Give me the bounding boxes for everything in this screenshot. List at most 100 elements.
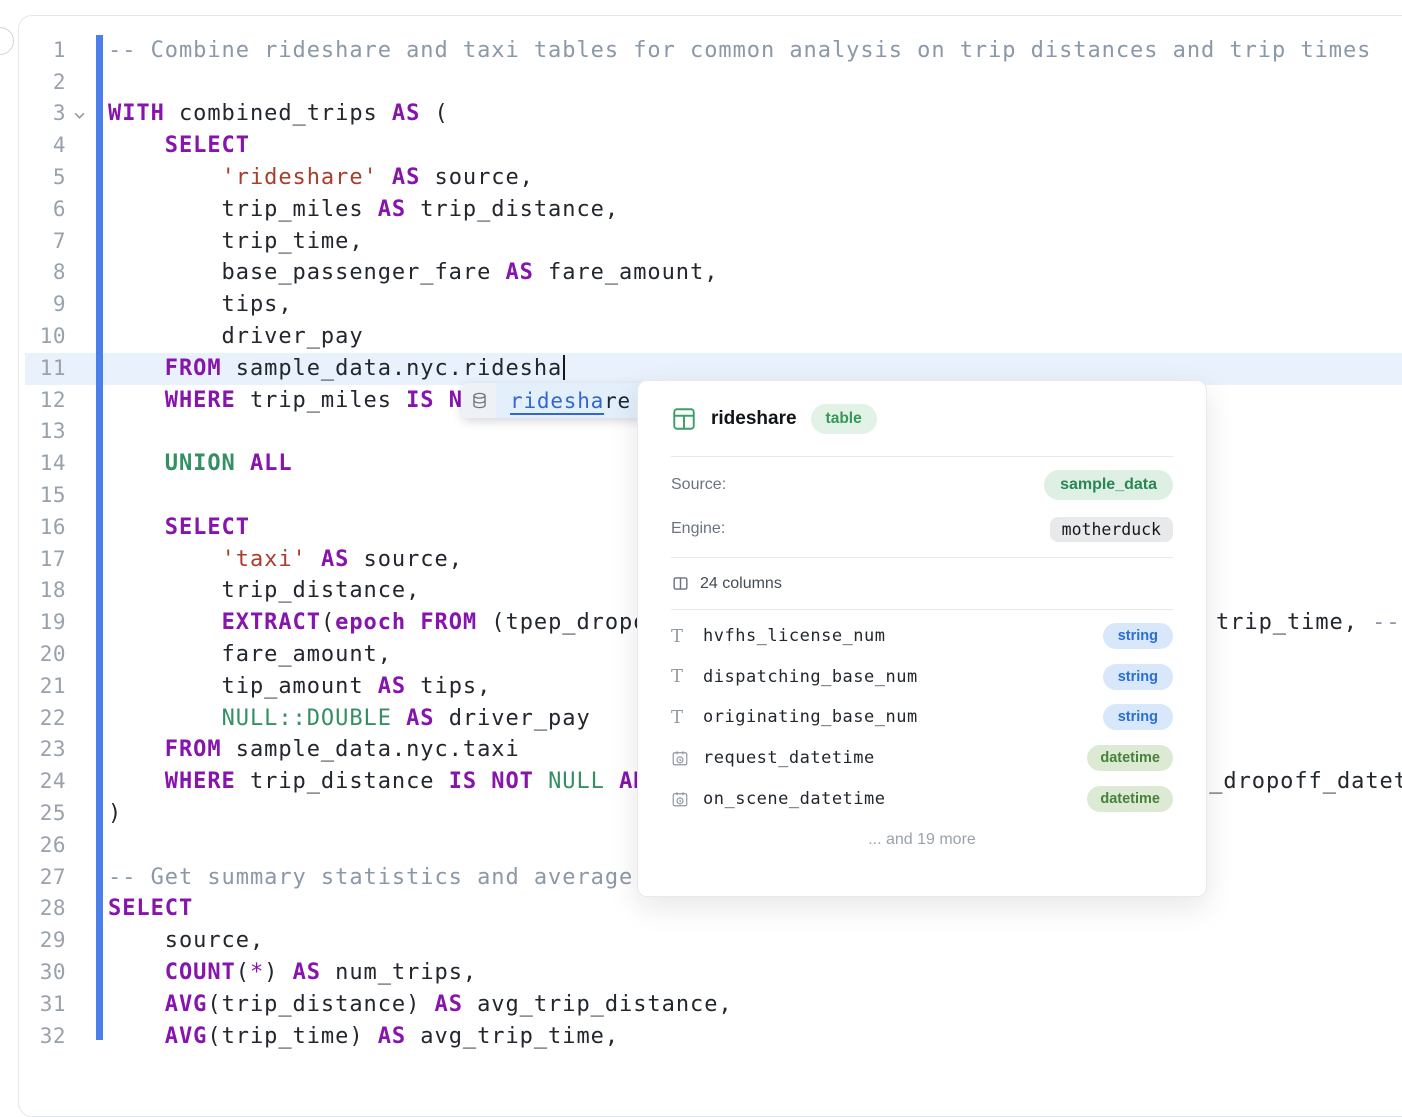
meta-value-badge: sample_data	[1044, 470, 1173, 500]
line-number: 17	[19, 544, 66, 576]
clipped-side-button	[0, 27, 14, 55]
code-text: tip_amount AS tips,	[108, 671, 491, 703]
line-number: 3	[19, 98, 66, 130]
line-number: 11	[19, 353, 66, 385]
code-text: trip_distance,	[108, 575, 420, 607]
code-line-31[interactable]: 31 AVG(trip_distance) AS avg_trip_distan…	[19, 989, 1402, 1021]
column-name: originating_base_num	[703, 707, 1103, 727]
line-number: 32	[19, 1021, 66, 1053]
autocomplete-item-rideshare[interactable]: rideshare	[496, 383, 645, 418]
chevron-down-icon[interactable]	[73, 107, 89, 125]
line-number: 22	[19, 703, 66, 735]
line-number: 30	[19, 957, 66, 989]
text-type-icon: T	[671, 707, 703, 728]
code-line-2[interactable]: 2	[19, 67, 1402, 99]
line-number: 6	[19, 194, 66, 226]
code-text: AVG(trip_time) AS avg_trip_time,	[108, 1021, 619, 1053]
code-line-28[interactable]: 28 SELECT	[19, 893, 1402, 925]
line-number: 26	[19, 830, 66, 862]
column-row: on_scene_datetimedatetime	[671, 778, 1173, 819]
code-text: -- Get summary statistics and average f	[108, 862, 662, 894]
code-text: 'taxi' AS source,	[108, 544, 463, 576]
code-text: source,	[108, 925, 264, 957]
code-text: FROM sample_data.nyc.ridesha	[108, 353, 565, 385]
code-text: SELECT	[108, 130, 250, 162]
table-name: rideshare	[711, 408, 797, 430]
autocomplete-match-text: ridesha	[510, 389, 604, 413]
code-line-29[interactable]: 29 source,	[19, 925, 1402, 957]
code-text: WHERE trip_miles IS N	[108, 385, 463, 417]
table-meta-row: Source: sample_data	[671, 463, 1173, 507]
code-text: driver_pay	[108, 321, 364, 353]
code-text: WHERE trip_distance IS NOT NULL AND	[108, 766, 662, 798]
code-line-3[interactable]: 3 WITH combined_trips AS (	[19, 98, 1402, 130]
code-text: COUNT(*) AS num_trips,	[108, 957, 477, 989]
column-type-badge: datetime	[1087, 786, 1173, 812]
code-text: tips,	[108, 289, 293, 321]
line-number: 27	[19, 862, 66, 894]
table-icon	[671, 406, 697, 432]
code-text: trip_miles AS trip_distance,	[108, 194, 619, 226]
line-number: 25	[19, 798, 66, 830]
column-name: dispatching_base_num	[703, 667, 1103, 687]
code-text-fragment: p_dropoff_datet	[1195, 766, 1402, 798]
code-text-fragment: trip_time, --	[1216, 607, 1401, 639]
datetime-type-icon	[671, 749, 703, 767]
text-type-icon: T	[671, 626, 703, 647]
line-number: 2	[19, 67, 66, 99]
line-number: 28	[19, 893, 66, 925]
column-type-badge: string	[1103, 664, 1173, 690]
code-line-8[interactable]: 8 base_passenger_fare AS fare_amount,	[19, 257, 1402, 289]
line-number: 10	[19, 321, 66, 353]
line-number: 9	[19, 289, 66, 321]
table-meta-section: Source:sample_dataEngine:motherduck	[671, 457, 1173, 558]
line-number: 5	[19, 162, 66, 194]
code-line-4[interactable]: 4 SELECT	[19, 130, 1402, 162]
column-name: hvfhs_license_num	[703, 626, 1103, 646]
columns-list: Thvfhs_license_numstringTdispatching_bas…	[671, 610, 1173, 819]
code-text: -- Combine rideshare and taxi tables for…	[108, 35, 1371, 67]
meta-label: Engine:	[671, 520, 725, 538]
table-popup-header: rideshare table	[671, 381, 1173, 457]
columns-icon	[671, 574, 690, 593]
line-number: 24	[19, 766, 66, 798]
column-name: request_datetime	[703, 748, 1087, 768]
column-type-badge: string	[1103, 704, 1173, 730]
code-line-1[interactable]: 1 -- Combine rideshare and taxi tables fo…	[19, 35, 1402, 67]
code-line-10[interactable]: 10 driver_pay	[19, 321, 1402, 353]
column-type-badge: datetime	[1087, 745, 1173, 771]
line-number: 20	[19, 639, 66, 671]
column-row: Thvfhs_license_numstring	[671, 616, 1173, 657]
code-line-30[interactable]: 30 COUNT(*) AS num_trips,	[19, 957, 1402, 989]
code-line-7[interactable]: 7 trip_time,	[19, 226, 1402, 258]
line-number: 7	[19, 226, 66, 258]
code-text: UNION ALL	[108, 448, 293, 480]
column-row: Tdispatching_base_numstring	[671, 657, 1173, 698]
column-type-badge: string	[1103, 623, 1173, 649]
line-number: 21	[19, 671, 66, 703]
line-number: 14	[19, 448, 66, 480]
code-text: WITH combined_trips AS (	[108, 98, 449, 130]
code-text: SELECT	[108, 893, 193, 925]
line-number: 19	[19, 607, 66, 639]
line-number: 23	[19, 734, 66, 766]
meta-label: Source:	[671, 476, 726, 494]
line-number: 1	[19, 35, 66, 67]
code-line-5[interactable]: 5 'rideshare' AS source,	[19, 162, 1402, 194]
autocomplete-popup: rideshare	[462, 383, 645, 418]
code-line-32[interactable]: 32 AVG(trip_time) AS avg_trip_time,	[19, 1021, 1402, 1053]
autocomplete-rest-text: re	[604, 389, 631, 413]
text-type-icon: T	[671, 666, 703, 687]
line-number: 12	[19, 385, 66, 417]
code-line-9[interactable]: 9 tips,	[19, 289, 1402, 321]
column-name: on_scene_datetime	[703, 789, 1087, 809]
code-text: )	[108, 798, 122, 830]
table-info-popup: rideshare table Source: sample_data Engine…	[637, 380, 1207, 897]
code-text: trip_time,	[108, 226, 364, 258]
code-text: EXTRACT(epoch FROM (tpep_dropof	[108, 607, 662, 639]
code-text: fare_amount,	[108, 639, 392, 671]
code-text: NULL::DOUBLE AS driver_pay	[108, 703, 591, 735]
code-line-6[interactable]: 6 trip_miles AS trip_distance,	[19, 194, 1402, 226]
datetime-type-icon	[671, 790, 703, 808]
more-columns-label: ... and 19 more	[671, 831, 1173, 849]
